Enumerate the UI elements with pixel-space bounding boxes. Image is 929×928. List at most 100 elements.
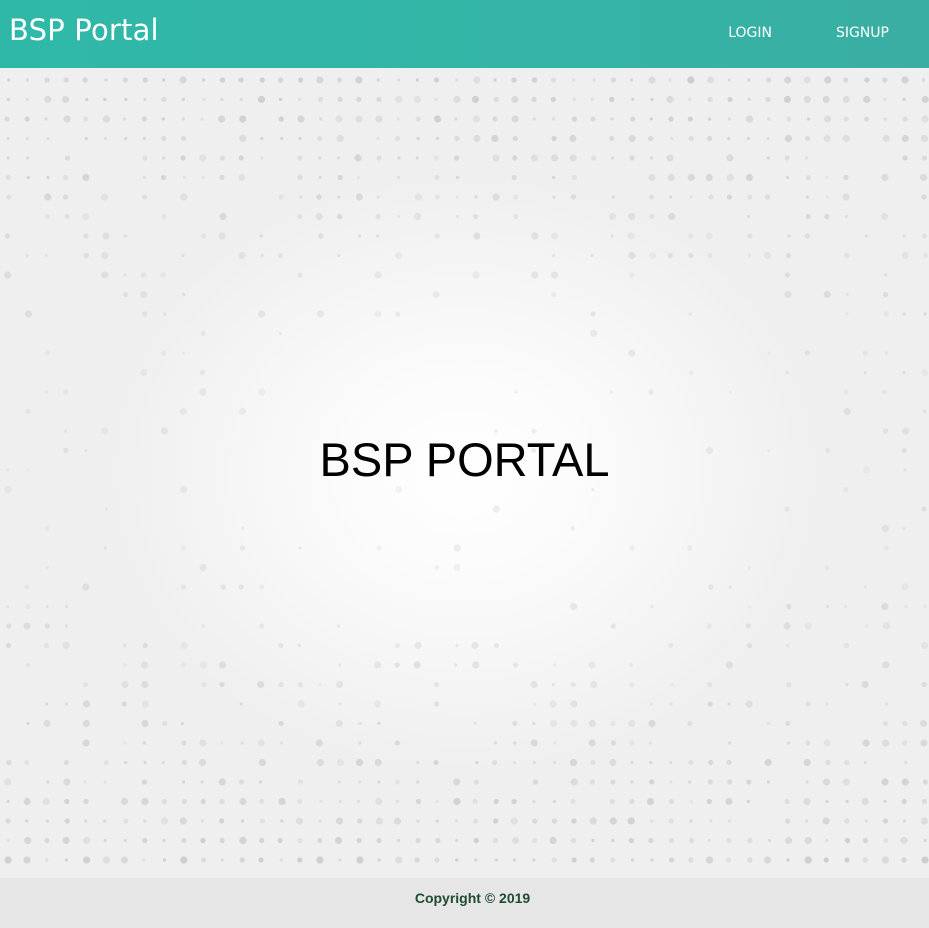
background-dot (179, 817, 188, 825)
background-dot (377, 721, 381, 726)
background-dot (707, 117, 712, 121)
background-dot (297, 272, 303, 278)
background-dot (141, 116, 147, 122)
background-dot (784, 798, 790, 805)
background-dot (434, 174, 440, 181)
background-dot (122, 117, 126, 121)
background-dot (609, 96, 615, 103)
background-dot (220, 584, 226, 590)
background-dot (883, 311, 889, 317)
background-dot (200, 819, 204, 823)
background-dot (473, 721, 477, 726)
brand-logo-link[interactable]: BSP Portal (9, 13, 159, 47)
background-dot (354, 154, 362, 162)
background-dot (668, 857, 675, 863)
background-dot (218, 778, 226, 786)
background-dot (590, 680, 598, 689)
background-dot (335, 719, 343, 728)
background-dot (570, 525, 576, 532)
background-dot (26, 663, 30, 667)
background-dot (413, 95, 422, 104)
background-dot (767, 838, 772, 843)
background-dot (4, 856, 12, 864)
background-dot (454, 117, 458, 121)
background-dot (180, 193, 188, 201)
background-dot (373, 661, 382, 669)
background-dot (454, 663, 458, 667)
background-dot (705, 232, 713, 240)
background-dot (376, 195, 380, 199)
background-dot (492, 837, 499, 844)
background-dot (238, 77, 244, 83)
background-dot (843, 407, 851, 416)
background-dot (318, 233, 324, 239)
background-dot (650, 604, 654, 609)
background-dot (123, 741, 127, 745)
background-dot (571, 174, 577, 181)
background-dot (592, 78, 596, 82)
login-link[interactable]: LOGIN (728, 25, 772, 41)
background-dot (843, 116, 849, 122)
background-dot (531, 271, 539, 279)
background-dot (610, 623, 616, 629)
background-dot (512, 720, 518, 727)
background-dot (650, 858, 654, 862)
background-dot (200, 837, 206, 844)
background-dot (648, 837, 654, 844)
background-dot (921, 506, 927, 512)
background-dot (571, 818, 577, 824)
background-dot (44, 253, 48, 258)
background-dot (786, 681, 792, 688)
background-dot (726, 194, 733, 200)
background-dot (6, 136, 10, 141)
background-dot (374, 310, 382, 318)
background-dot (649, 156, 654, 160)
background-dot (687, 173, 695, 182)
background-dot (474, 858, 478, 862)
background-dot (103, 136, 107, 141)
background-dot (180, 641, 188, 650)
signup-link[interactable]: SIGNUP (836, 25, 889, 41)
background-dot (180, 155, 186, 161)
background-dot (804, 622, 812, 630)
background-dot (258, 310, 266, 318)
background-dot (745, 700, 753, 708)
background-dot (104, 507, 108, 511)
background-dot (7, 78, 11, 82)
background-dot (44, 95, 52, 104)
background-dot (182, 292, 186, 297)
background-dot (25, 603, 31, 610)
background-dot (709, 819, 713, 823)
background-dot (102, 232, 110, 240)
background-dot (5, 174, 11, 181)
background-dot (512, 155, 518, 161)
background-dot (121, 701, 127, 707)
background-dot (278, 642, 284, 649)
background-dot (374, 271, 382, 279)
background-dot (530, 680, 538, 689)
background-dot (803, 758, 811, 767)
background-dot (766, 721, 771, 726)
background-dot (648, 719, 656, 728)
background-dot (317, 96, 324, 103)
navbar: BSP Portal LOGIN SIGNUP (0, 0, 929, 68)
background-dot (746, 799, 750, 804)
background-dot (393, 817, 402, 825)
background-dot (199, 661, 208, 669)
background-dot (570, 700, 578, 708)
background-dot (921, 194, 927, 200)
background-dot (786, 741, 791, 745)
background-dot (143, 760, 147, 765)
background-dot (318, 819, 322, 823)
background-dot (648, 173, 656, 182)
background-dot (805, 740, 811, 746)
background-dot (884, 273, 888, 277)
background-dot (62, 174, 69, 181)
background-dot (726, 173, 734, 182)
background-dot (863, 95, 871, 104)
background-dot (902, 312, 906, 316)
background-dot (142, 858, 146, 862)
background-dot (532, 799, 536, 804)
background-dot (611, 195, 615, 199)
background-dot (569, 134, 577, 143)
